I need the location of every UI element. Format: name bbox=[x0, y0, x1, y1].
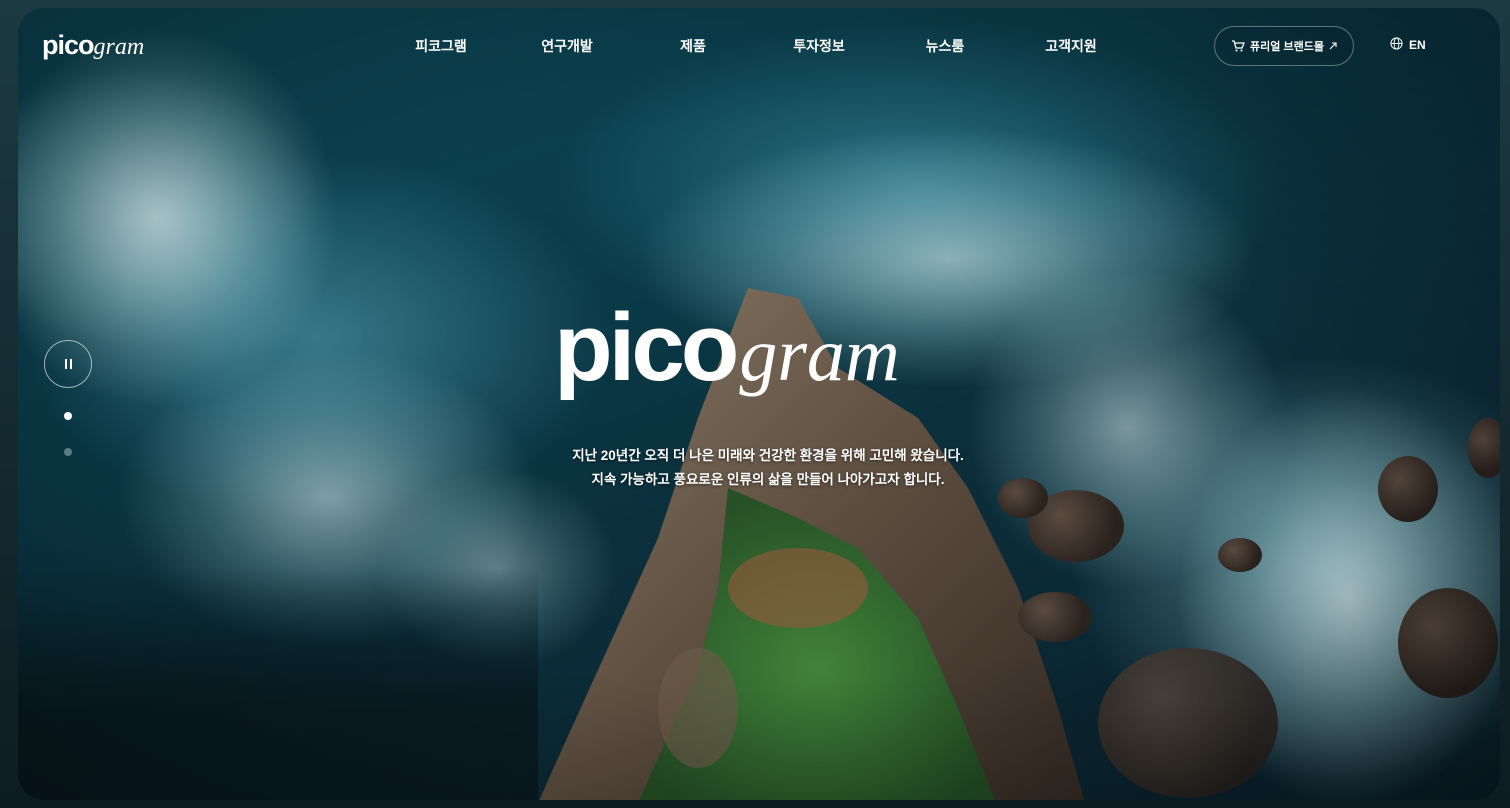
pause-button[interactable] bbox=[44, 340, 92, 388]
hero-title-bold: pico bbox=[554, 294, 739, 401]
rock bbox=[1398, 588, 1498, 698]
language-selector[interactable]: EN bbox=[1390, 37, 1426, 53]
rock bbox=[1018, 592, 1092, 642]
main-nav: 피코그램 연구개발 제품 투자정보 뉴스룸 고객지원 bbox=[378, 36, 1134, 56]
nav-item-investors[interactable]: 투자정보 bbox=[756, 36, 882, 56]
nav-item-support[interactable]: 고객지원 bbox=[1008, 36, 1134, 56]
logo-bold-text: pico bbox=[42, 30, 95, 60]
hero-title: pico gram bbox=[554, 300, 994, 396]
rock bbox=[1378, 456, 1438, 522]
rock bbox=[1468, 418, 1500, 478]
hero-line-2: 지속 가능하고 풍요로운 인류의 삶을 만들어 나아가고자 합니다. bbox=[591, 472, 945, 487]
nav-item-newsroom[interactable]: 뉴스룸 bbox=[882, 36, 1008, 56]
deep-water bbox=[18, 568, 538, 800]
slider-dot[interactable] bbox=[64, 448, 72, 456]
pause-icon bbox=[63, 359, 73, 369]
hero-description: 지난 20년간 오직 더 나은 미래와 건강한 환경을 위해 고민해 왔습니다.… bbox=[498, 444, 1038, 492]
hero-background: pico gram 피코그램 연구개발 제품 투자정보 뉴스룸 고객지원 퓨리얼… bbox=[18, 8, 1500, 800]
device-frame: pico gram 피코그램 연구개발 제품 투자정보 뉴스룸 고객지원 퓨리얼… bbox=[0, 0, 1510, 808]
rock bbox=[1098, 648, 1278, 798]
external-arrow-icon bbox=[1329, 42, 1337, 50]
nav-item-research[interactable]: 연구개발 bbox=[504, 36, 630, 56]
slider-dot-active[interactable] bbox=[64, 412, 72, 420]
nav-item-picogram[interactable]: 피코그램 bbox=[378, 36, 504, 56]
brand-mall-label: 퓨리얼 브랜드몰 bbox=[1250, 41, 1324, 53]
site-logo[interactable]: pico gram bbox=[42, 30, 144, 61]
rock bbox=[1218, 538, 1262, 572]
brand-mall-button[interactable]: 퓨리얼 브랜드몰 bbox=[1214, 26, 1354, 66]
globe-icon bbox=[1390, 37, 1403, 53]
cart-icon bbox=[1231, 40, 1246, 52]
logo-italic-text: gram bbox=[93, 34, 145, 60]
hero-title-italic: gram bbox=[739, 313, 900, 397]
language-label: EN bbox=[1409, 38, 1426, 52]
hero-line-1: 지난 20년간 오직 더 나은 미래와 건강한 환경을 위해 고민해 왔습니다. bbox=[572, 448, 964, 463]
nav-item-products[interactable]: 제품 bbox=[630, 36, 756, 56]
